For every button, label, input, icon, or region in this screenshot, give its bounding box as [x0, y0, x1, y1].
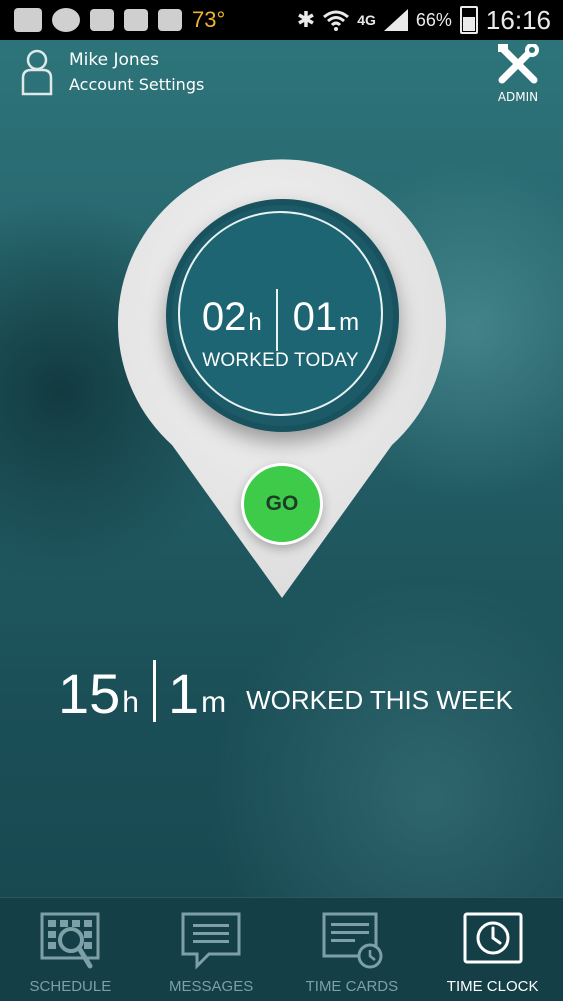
gallery-icon [158, 9, 182, 31]
signal-icon [383, 9, 408, 31]
clock-icon [463, 912, 523, 964]
clock-time: 16:16 [485, 4, 551, 35]
skype-icon [52, 8, 80, 32]
today-hours-unit: h [248, 309, 262, 337]
bottom-nav: SCHEDULE MESSAGES TIME CARDS TIME CLOCK [0, 897, 563, 1001]
worked-today-circle: 02h 01m WORKED TODAY [166, 199, 399, 432]
today-minutes: 01 [292, 295, 338, 340]
schedule-icon [40, 912, 100, 969]
nav-item-schedule[interactable]: SCHEDULE [0, 898, 141, 1001]
worked-this-week-label: WORKED THIS WEEK [246, 685, 513, 715]
admin-button[interactable]: ADMIN [494, 43, 542, 104]
nav-item-time-cards[interactable]: TIME CARDS [282, 898, 423, 1001]
account-settings-link[interactable]: Account Settings [69, 75, 204, 94]
temperature: 73° [192, 7, 226, 32]
image-mail-icon [90, 9, 114, 31]
tools-icon [498, 43, 539, 84]
week-minutes: 1 [167, 662, 200, 725]
week-hours-unit: h [122, 686, 139, 719]
wifi-icon [323, 10, 350, 31]
nav-label-schedule: SCHEDULE [29, 978, 112, 995]
nav-item-time-clock[interactable]: TIME CLOCK [422, 898, 563, 1001]
avatar-icon[interactable] [20, 48, 54, 96]
worked-this-week: 15 h 1 m WORKED THIS WEEK [58, 660, 513, 725]
week-minutes-unit: m [201, 686, 227, 719]
time-divider [276, 289, 279, 351]
week-hours: 15 [58, 662, 121, 725]
nav-item-messages[interactable]: MESSAGES [141, 898, 282, 1001]
messages-icon [181, 912, 241, 970]
bluetooth-icon: ✱ [296, 7, 316, 33]
nav-label-time-cards: TIME CARDS [305, 978, 399, 995]
nav-label-messages: MESSAGES [169, 978, 254, 995]
today-hours: 02 [201, 295, 247, 340]
today-minutes-unit: m [339, 309, 360, 337]
battery-icon [459, 6, 478, 34]
go-button[interactable]: GO [241, 463, 323, 545]
nav-label-time-clock: TIME CLOCK [446, 978, 539, 995]
network-type: 4G [357, 12, 376, 28]
worked-today-label: WORKED TODAY [202, 350, 359, 371]
chat-icon [14, 8, 42, 32]
week-divider [152, 660, 156, 722]
battery-percent: 66% [415, 9, 452, 30]
outlook-icon [124, 9, 148, 31]
time-cards-icon [322, 912, 383, 969]
user-name[interactable]: Mike Jones [69, 50, 159, 70]
admin-label: ADMIN [497, 90, 539, 104]
status-bar: 73° ✱ 4G 66% 16:16 [0, 0, 563, 40]
